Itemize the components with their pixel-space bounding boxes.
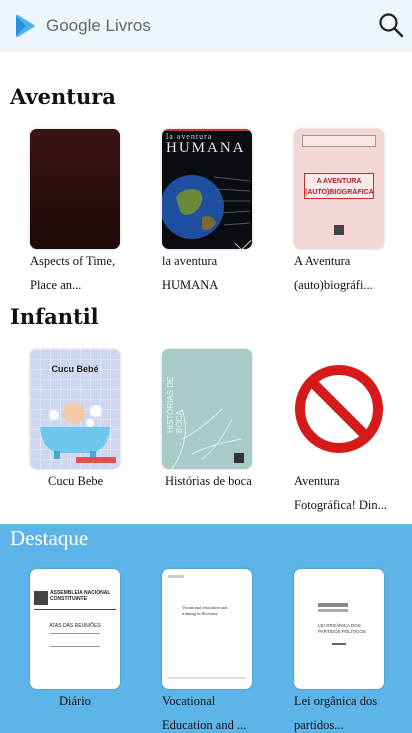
book-caption-line2[interactable]: Fotográfica! Din... [294,493,404,517]
book-caption-line1[interactable]: Aspects of Time, [30,249,140,273]
cover-title: LEI ORGÂNICA DOS PARTIDOS POLÍTICOS [318,623,366,634]
book-caption-line1[interactable]: Lei orgânica dos [294,689,404,713]
book-caption-line1[interactable]: Diário [59,689,169,713]
book-caption-line1[interactable]: Vocational [162,689,272,713]
cover-title: Cucu Bebé [51,364,99,374]
book-caption-line2[interactable]: Place an... [30,273,140,297]
brand-title: Google Livros [46,16,151,35]
book-caption-line1[interactable]: Cucu Bebe [48,469,158,493]
cover-title: Vocational education and training in Slo… [182,605,228,616]
book-caption-line1[interactable]: A Aventura [294,249,404,273]
book-cover-lei-organica[interactable]: LEI ORGÂNICA DOS PARTIDOS POLÍTICOS [294,569,384,689]
search-icon[interactable] [378,12,404,38]
book-caption-line1[interactable]: la aventura [162,249,272,273]
book-cover-a-aventura-autobiografica[interactable]: A AVENTURA (AUTO)BIOGRÁFICA [294,129,384,249]
section-title-aventura: Aventura [10,84,116,109]
book-cover-diario[interactable]: ASSEMBLEIA NACIONAL CONSTITUINTE ATAS DA… [30,569,120,689]
google-play-books-icon[interactable] [14,14,36,38]
section-title-destaque: Destaque [10,526,89,550]
book-caption-line2[interactable]: HUMANA [162,273,272,297]
book-cover-vocational-education[interactable]: Vocational education and training in Slo… [162,569,252,689]
cover-title: ASSEMBLEIA NACIONAL CONSTITUINTE [50,590,111,602]
book-caption-line2[interactable]: (auto)biográfi... [294,273,404,297]
cover-title: HUMANA [166,140,246,156]
book-cover-historias-de-boca[interactable]: HISTÓRIAS DE BOCA [162,349,252,469]
section-title-infantil: Infantil [10,304,99,329]
cover-subtitle: ATAS DAS REUNIÕES [49,623,101,629]
book-caption-line1[interactable]: Histórias de boca [165,469,275,493]
book-cover-aspects-of-time[interactable] [30,129,120,249]
book-caption-line2[interactable]: Education and ... [162,713,272,733]
book-caption-line1[interactable]: Aventura [294,469,404,493]
book-cover-la-aventura-humana[interactable]: la aventura HUMANA [162,129,252,249]
book-caption-line2[interactable]: partidos... [294,713,404,733]
book-cover-cucu-bebe[interactable]: Cucu Bebé [30,349,120,469]
no-image-icon[interactable] [292,349,386,469]
cover-title: A AVENTURA (AUTO)BIOGRÁFICA [304,173,374,199]
